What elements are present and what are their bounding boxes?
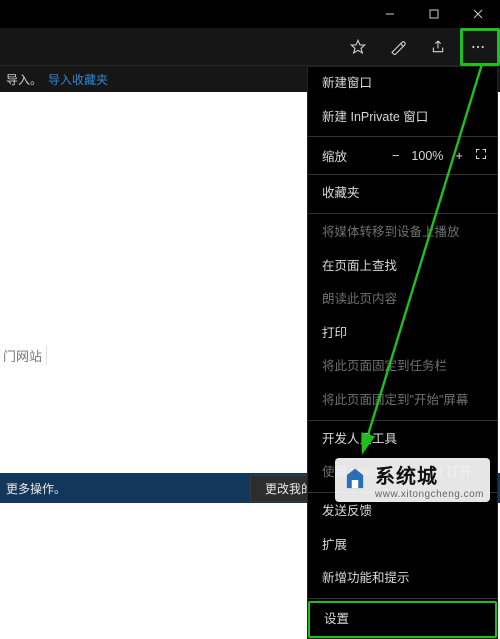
menu-favorites[interactable]: 收藏夹 [308, 177, 497, 211]
menu-zoom-row: 缩放 − 100% + [308, 139, 497, 172]
window-minimize-button[interactable] [368, 0, 412, 28]
info-text: 导入。 [6, 71, 42, 88]
window-maximize-button[interactable] [412, 0, 456, 28]
prompt-message: 更多操作。 [6, 480, 66, 497]
menu-pin-taskbar: 将此页面固定到任务栏 [308, 350, 497, 384]
window-close-button[interactable] [456, 0, 500, 28]
watermark-logo-icon [341, 467, 369, 493]
watermark: 系统城 www.xitongcheng.com [335, 458, 490, 502]
watermark-brand: 系统城 [375, 460, 484, 489]
import-favorites-link[interactable]: 导入收藏夹 [48, 71, 108, 88]
more-options-button[interactable] [460, 30, 496, 64]
menu-new-inprivate[interactable]: 新建 InPrivate 窗口 [308, 101, 497, 135]
menu-separator [308, 598, 497, 599]
menu-dev-tools[interactable]: 开发人员工具 [308, 423, 497, 457]
zoom-value: 100% [411, 149, 443, 163]
zoom-out-button[interactable]: − [392, 148, 400, 163]
menu-whats-new[interactable]: 新增功能和提示 [308, 562, 497, 596]
zoom-in-button[interactable]: + [455, 148, 463, 163]
menu-find-on-page[interactable]: 在页面上查找 [308, 250, 497, 284]
menu-new-window[interactable]: 新建窗口 [308, 67, 497, 101]
menu-separator [308, 420, 497, 421]
menu-settings[interactable]: 设置 [308, 601, 497, 639]
reading-list-icon[interactable] [380, 30, 416, 64]
menu-cast: 将媒体转移到设备上播放 [308, 216, 497, 250]
menu-read-aloud: 朗读此页内容 [308, 283, 497, 317]
menu-print[interactable]: 打印 [308, 317, 497, 351]
menu-pin-start: 将此页面固定到"开始"屏幕 [308, 384, 497, 418]
fullscreen-icon[interactable] [475, 148, 487, 163]
menu-zoom-label: 缩放 [322, 146, 347, 165]
menu-separator [308, 213, 497, 214]
menu-separator [308, 136, 497, 137]
favorites-icon[interactable] [340, 30, 376, 64]
menu-separator [308, 174, 497, 175]
menu-extensions[interactable]: 扩展 [308, 529, 497, 563]
watermark-url: www.xitongcheng.com [375, 489, 484, 500]
more-options-menu: 新建窗口 新建 InPrivate 窗口 缩放 − 100% + 收藏夹 将媒体… [307, 66, 498, 639]
share-icon[interactable] [420, 30, 456, 64]
side-label: 门网站 [3, 346, 47, 365]
